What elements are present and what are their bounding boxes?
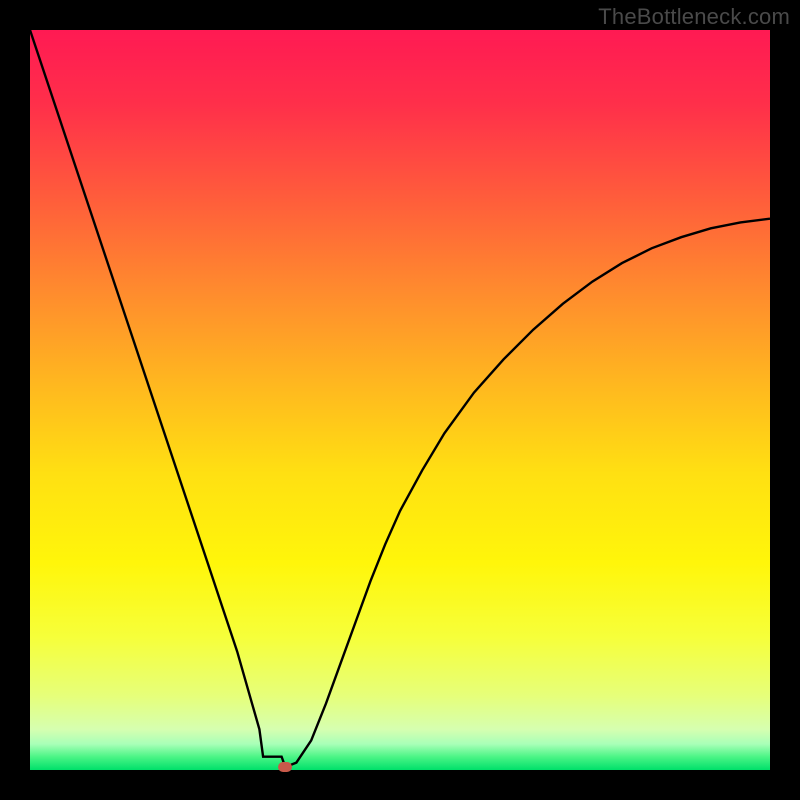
chart-stage: TheBottleneck.com [0, 0, 800, 800]
gradient-background [30, 30, 770, 770]
watermark: TheBottleneck.com [598, 4, 790, 30]
plot-area [30, 30, 770, 770]
optimal-point-marker [278, 762, 292, 772]
plot-frame [30, 30, 770, 770]
